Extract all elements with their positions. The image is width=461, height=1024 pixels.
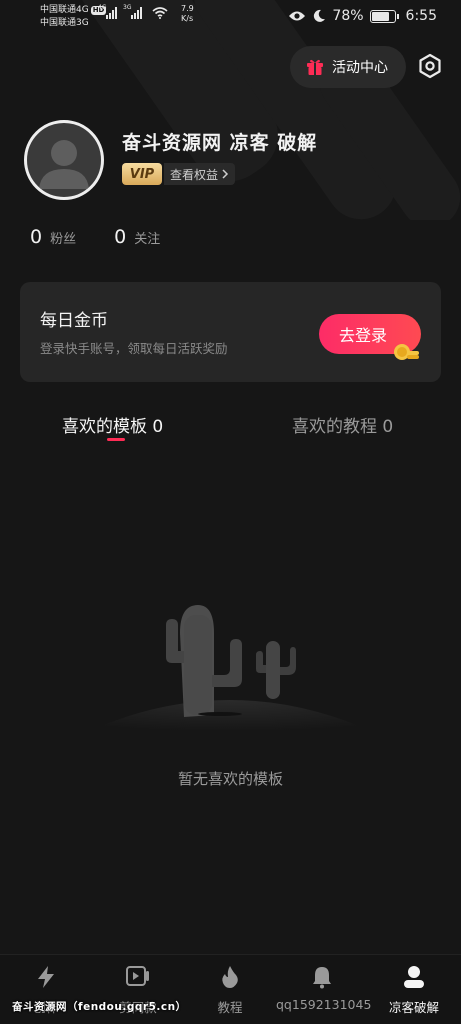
following-stat[interactable]: 0 关注 [114, 226, 160, 248]
carrier-info: 中国联通4G HD 中国联通3G [40, 4, 107, 30]
vip-badge[interactable]: VIP [122, 163, 162, 185]
view-rights-label: 查看权益 [170, 167, 219, 182]
fans-label: 粉丝 [50, 232, 77, 247]
eye-icon [289, 11, 306, 21]
settings-button[interactable] [414, 50, 446, 82]
person-icon [404, 966, 424, 988]
wifi-icon [152, 7, 168, 19]
username: 奋斗资源网 凉客 破解 [122, 132, 318, 154]
gift-icon [307, 59, 323, 75]
status-right: 78% 6:55 [288, 8, 437, 24]
activity-center-label: 活动中心 [332, 60, 388, 76]
active-tab-indicator [107, 438, 125, 441]
view-rights-link[interactable]: 查看权益 [164, 163, 236, 185]
coin-card-description: 登录快手账号，领取每日活跃奖励 [40, 341, 228, 356]
empty-cactus-illustration [60, 605, 400, 745]
carrier-1: 中国联通4G [40, 5, 89, 15]
network-speed: 7.9 K/s [181, 4, 194, 23]
signal-icon: 4G [98, 4, 117, 19]
daily-coin-card: 每日金币 登录快手账号，领取每日活跃奖励 去登录 [20, 282, 441, 382]
carrier-2: 中国联通3G [40, 18, 89, 28]
moon-icon [314, 9, 326, 22]
battery-percent: 78% [332, 8, 364, 24]
coin-card-title: 每日金币 [40, 311, 108, 331]
signal-icon: 3G [123, 4, 142, 19]
tabbar-label: 凉客破解 [388, 1000, 439, 1015]
tabbar-item-tutorials[interactable]: 教程 [184, 955, 276, 1024]
following-count: 0 [114, 226, 127, 248]
lightning-icon [38, 966, 54, 988]
tabbar-label: 教程 [217, 1000, 243, 1015]
activity-center-button[interactable]: 活动中心 [290, 46, 406, 88]
avatar[interactable] [24, 120, 104, 200]
clock: 6:55 [405, 8, 437, 24]
following-label: 关注 [134, 232, 161, 247]
signal-icons: 4G 3G [98, 4, 168, 19]
tabbar-item-notifications[interactable]: qq1592131045 [276, 955, 372, 1024]
flame-icon [222, 966, 238, 988]
video-play-icon [126, 966, 149, 986]
tab-liked-templates[interactable]: 喜欢的模板 0 [62, 412, 163, 437]
status-bar: 中国联通4G HD 中国联通3G 4G 3G 7.9 K/s 78% 6:55 [0, 0, 461, 34]
empty-state-text: 暂无喜欢的模板 [177, 770, 283, 788]
fans-stat[interactable]: 0 粉丝 [30, 226, 76, 248]
battery-icon [369, 9, 399, 23]
settings-icon [419, 53, 441, 79]
coins-icon [394, 344, 419, 360]
default-avatar-icon [39, 140, 89, 189]
profile-stats: 0 粉丝 0 关注 [30, 226, 160, 248]
login-button-label: 去登录 [338, 326, 387, 345]
chevron-right-icon [222, 169, 229, 179]
tabbar-label: qq1592131045 [276, 997, 372, 1012]
tabbar-item-profile[interactable]: 凉客破解 [368, 955, 460, 1024]
bell-icon [313, 967, 331, 989]
tab-liked-tutorials[interactable]: 喜欢的教程 0 [292, 412, 393, 437]
fans-count: 0 [30, 226, 43, 248]
watermark: 奋斗资源网（fendou.gqr5.cn） [12, 1001, 187, 1013]
